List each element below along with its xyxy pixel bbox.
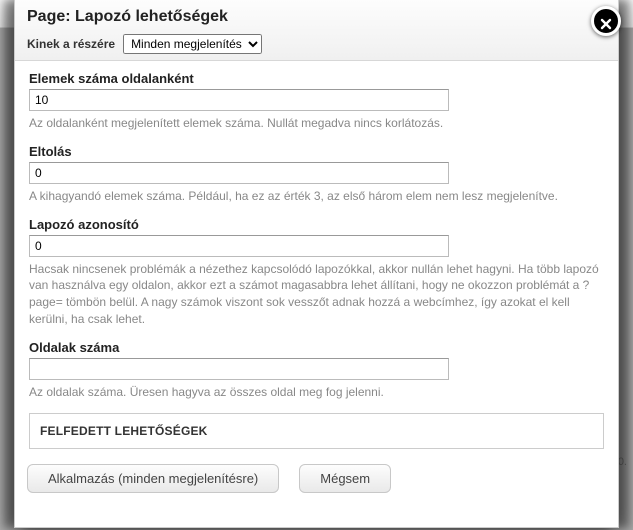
field-description: Hacsak nincsenek problémák a nézethez ka… [29, 261, 604, 328]
field-items-per-page: Elemek száma oldalanként Az oldalanként … [29, 71, 604, 132]
pager-id-input[interactable] [29, 235, 449, 257]
apply-button[interactable]: Alkalmazás (minden megjelenítésre) [27, 464, 279, 493]
dialog-header: Page: Lapozó lehetőségek Kinek a részére… [15, 0, 618, 61]
field-pager-id: Lapozó azonosító Hacsak nincsenek problé… [29, 217, 604, 328]
field-description: Az oldalanként megjelenített elemek szám… [29, 115, 604, 132]
field-description: A kihagyandó elemek száma. Például, ha e… [29, 188, 604, 205]
field-label: Oldalak száma [29, 340, 604, 355]
dialog-footer: Alkalmazás (minden megjelenítésre) Mégse… [15, 454, 618, 507]
cancel-button[interactable]: Mégsem [299, 464, 391, 493]
close-icon[interactable] [591, 6, 621, 36]
for-select[interactable]: Minden megjelenítés [123, 34, 262, 54]
field-description: Az oldalak száma. Üresen hagyva az össze… [29, 384, 604, 401]
bg-fragment-number: 0. [618, 456, 627, 468]
offset-input[interactable] [29, 162, 449, 184]
field-page-count: Oldalak száma Az oldalak száma. Üresen h… [29, 340, 604, 401]
for-label: Kinek a részére [27, 37, 115, 51]
field-offset: Eltolás A kihagyandó elemek száma. Példá… [29, 144, 604, 205]
dialog-body[interactable]: Elemek száma oldalanként Az oldalanként … [15, 61, 618, 454]
field-label: Lapozó azonosító [29, 217, 604, 232]
exposed-options-section[interactable]: FELFEDETT LEHETŐSÉGEK [29, 413, 604, 449]
pager-options-dialog: Page: Lapozó lehetőségek Kinek a részére… [14, 0, 619, 528]
field-label: Eltolás [29, 144, 604, 159]
page-count-input[interactable] [29, 358, 449, 380]
dialog-title: Page: Lapozó lehetőségek [27, 8, 606, 26]
items-per-page-input[interactable] [29, 89, 449, 111]
field-label: Elemek száma oldalanként [29, 71, 604, 86]
